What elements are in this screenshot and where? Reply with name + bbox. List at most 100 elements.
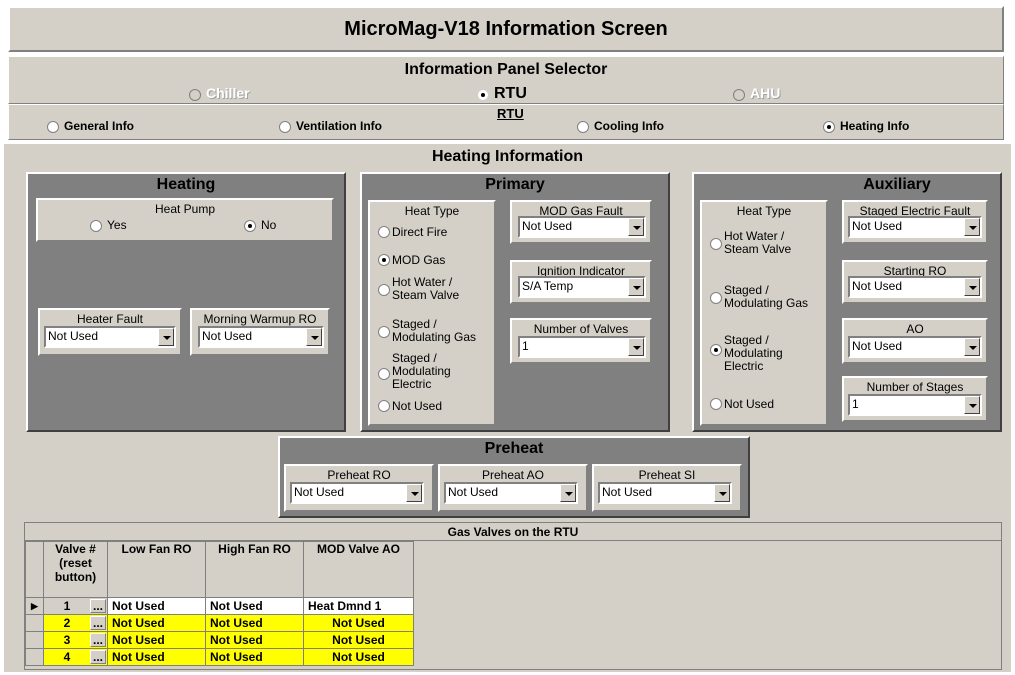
radio-icon xyxy=(378,254,390,266)
chevron-down-icon[interactable] xyxy=(158,328,174,346)
radio-icon xyxy=(710,344,722,356)
aux-ao-group: AO Not Used xyxy=(842,318,988,364)
radio-heat-pump-no[interactable]: No xyxy=(244,218,276,232)
chevron-down-icon[interactable] xyxy=(628,278,644,296)
radio-aux-hot-water[interactable]: Hot Water / Steam Valve xyxy=(710,230,810,256)
radio-chiller: Chiller xyxy=(189,85,250,101)
rtu-info-panel: RTU General Info Ventilation Info Coolin… xyxy=(8,104,1004,140)
auxiliary-panel: Auxiliary Heat Type Hot Water / Steam Va… xyxy=(692,172,1002,432)
number-of-stages-dropdown[interactable]: 1 xyxy=(848,394,982,416)
starting-ro-dropdown[interactable]: Not Used xyxy=(848,276,982,298)
radio-icon xyxy=(823,120,835,133)
radio-cooling-info[interactable]: Cooling Info xyxy=(577,119,664,133)
chevron-down-icon[interactable] xyxy=(306,328,322,346)
radio-icon xyxy=(710,238,722,250)
table-row[interactable]: 2... Not Used Not Used Not Used xyxy=(25,614,414,632)
radio-aux-not-used[interactable]: Not Used xyxy=(710,398,774,411)
heat-pump-group: Heat Pump Yes No xyxy=(36,198,334,242)
radio-ventilation-info[interactable]: Ventilation Info xyxy=(279,119,382,133)
section-title: Heating Information xyxy=(431,148,584,165)
number-of-stages-group: Number of Stages 1 xyxy=(842,376,988,422)
radio-icon xyxy=(733,88,745,101)
reset-button[interactable]: ... xyxy=(90,650,106,664)
radio-icon xyxy=(244,219,256,232)
reset-button[interactable]: ... xyxy=(90,616,106,630)
staged-electric-fault-dropdown[interactable]: Not Used xyxy=(848,216,982,238)
radio-aux-staged-gas[interactable]: Staged / Modulating Gas xyxy=(710,284,814,310)
preheat-ro-group: Preheat RO Not Used xyxy=(284,464,434,512)
aux-ao-dropdown[interactable]: Not Used xyxy=(848,336,982,358)
primary-heat-type-group: Heat Type Direct Fire MOD Gas Hot Water … xyxy=(368,200,496,426)
starting-ro-group: Starting RO Not Used xyxy=(842,260,988,304)
auxiliary-heat-type-group: Heat Type Hot Water / Steam Valve Staged… xyxy=(700,200,828,426)
primary-panel: Primary Heat Type Direct Fire MOD Gas Ho… xyxy=(360,172,670,432)
ignition-indicator-dropdown[interactable]: S/A Temp xyxy=(518,276,646,298)
info-panel-selector: Information Panel Selector Chiller RTU A… xyxy=(8,56,1004,104)
number-of-valves-dropdown[interactable]: 1 xyxy=(518,336,646,358)
chevron-down-icon[interactable] xyxy=(406,484,422,502)
col-high-fan-ro: High Fan RO xyxy=(205,541,304,598)
heater-fault-dropdown[interactable]: Not Used xyxy=(44,326,176,348)
radio-icon xyxy=(378,368,390,380)
table-header-row: Valve # (reset button) Low Fan RO High F… xyxy=(25,541,414,598)
morning-warmup-dropdown[interactable]: Not Used xyxy=(198,326,324,348)
number-of-valves-group: Number of Valves 1 xyxy=(510,318,652,364)
radio-heat-pump-yes[interactable]: Yes xyxy=(90,218,127,232)
mod-gas-fault-dropdown[interactable]: Not Used xyxy=(518,216,646,238)
heating-panel: Heating Heat Pump Yes No Heater Fault No… xyxy=(26,172,346,432)
radio-icon xyxy=(378,226,390,238)
reset-button[interactable]: ... xyxy=(90,633,106,647)
table-row[interactable]: 4... Not Used Not Used Not Used xyxy=(25,648,414,666)
morning-warmup-group: Morning Warmup RO Not Used xyxy=(190,308,330,356)
primary-title: Primary xyxy=(485,176,545,193)
radio-icon xyxy=(378,284,390,296)
radio-primary-mod-gas[interactable]: MOD Gas xyxy=(378,254,445,267)
radio-general-info[interactable]: General Info xyxy=(47,119,134,133)
radio-icon xyxy=(577,120,589,133)
preheat-panel: Preheat Preheat RO Not Used Preheat AO N… xyxy=(278,436,750,518)
selector-heading: Information Panel Selector xyxy=(404,61,608,78)
radio-rtu[interactable]: RTU xyxy=(477,85,527,103)
radio-primary-staged-gas[interactable]: Staged / Modulating Gas xyxy=(378,318,478,344)
radio-icon xyxy=(477,88,489,101)
mod-gas-fault-group: MOD Gas Fault Not Used xyxy=(510,200,652,244)
heating-information-section: Heating Information Heating Heat Pump Ye… xyxy=(4,144,1011,672)
radio-primary-staged-electric[interactable]: Staged / Modulating Electric xyxy=(378,352,470,391)
table-row[interactable]: ▶ 1... Not Used Not Used Heat Dmnd 1 xyxy=(25,597,414,615)
chevron-down-icon[interactable] xyxy=(964,218,980,236)
radio-icon xyxy=(710,292,722,304)
chevron-down-icon[interactable] xyxy=(628,218,644,236)
rtu-label: RTU xyxy=(497,106,524,121)
preheat-ao-dropdown[interactable]: Not Used xyxy=(444,482,578,504)
gas-valves-table: Valve # (reset button) Low Fan RO High F… xyxy=(25,541,414,666)
radio-icon xyxy=(279,120,291,133)
col-low-fan-ro: Low Fan RO xyxy=(107,541,206,598)
heating-title: Heating xyxy=(156,176,216,193)
radio-icon xyxy=(710,398,722,410)
radio-primary-direct-fire[interactable]: Direct Fire xyxy=(378,226,447,239)
col-valve-num: Valve # (reset button) xyxy=(43,541,108,598)
radio-icon xyxy=(378,326,390,338)
preheat-ao-group: Preheat AO Not Used xyxy=(438,464,588,512)
preheat-si-group: Preheat SI Not Used xyxy=(592,464,742,512)
preheat-title: Preheat xyxy=(484,440,544,457)
radio-icon xyxy=(47,120,59,133)
chevron-down-icon[interactable] xyxy=(964,278,980,296)
chevron-down-icon[interactable] xyxy=(714,484,730,502)
chevron-down-icon[interactable] xyxy=(964,396,980,414)
auxiliary-title: Auxiliary xyxy=(863,176,931,193)
preheat-ro-dropdown[interactable]: Not Used xyxy=(290,482,424,504)
ignition-indicator-group: Ignition Indicator S/A Temp xyxy=(510,260,652,304)
chevron-down-icon[interactable] xyxy=(628,338,644,356)
staged-electric-fault-group: Staged Electric Fault Not Used xyxy=(842,200,988,244)
heater-fault-group: Heater Fault Not Used xyxy=(38,308,182,356)
reset-button[interactable]: ... xyxy=(90,599,106,613)
radio-primary-hot-water[interactable]: Hot Water / Steam Valve xyxy=(378,276,474,302)
table-row[interactable]: 3... Not Used Not Used Not Used xyxy=(25,631,414,649)
preheat-si-dropdown[interactable]: Not Used xyxy=(598,482,732,504)
chevron-down-icon[interactable] xyxy=(560,484,576,502)
radio-heating-info[interactable]: Heating Info xyxy=(823,119,909,133)
chevron-down-icon[interactable] xyxy=(964,338,980,356)
radio-aux-staged-electric[interactable]: Staged / Modulating Electric xyxy=(710,334,802,373)
radio-primary-not-used[interactable]: Not Used xyxy=(378,400,442,413)
